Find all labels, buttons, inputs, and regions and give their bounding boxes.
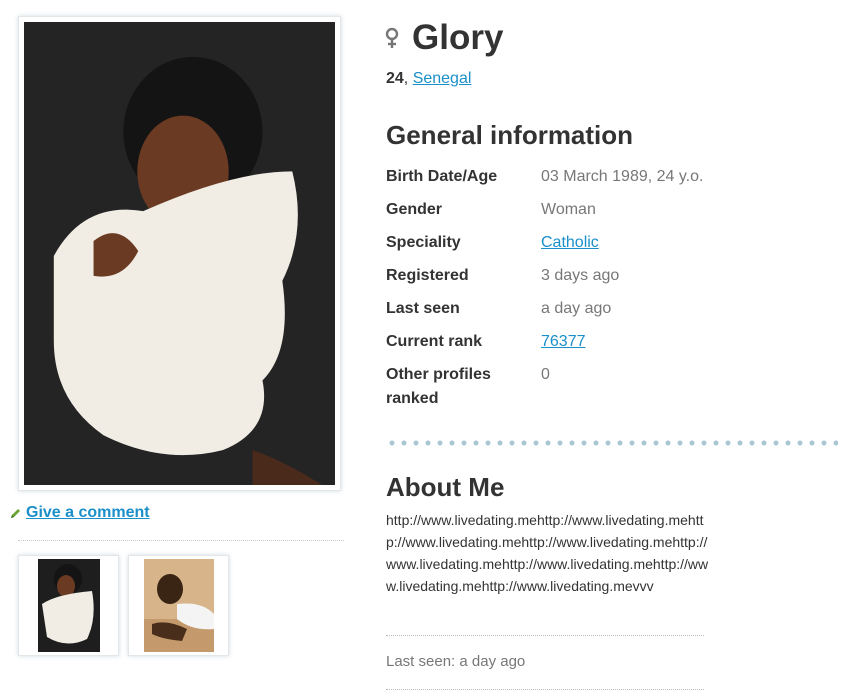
give-comment-label[interactable]: Give a comment	[26, 504, 150, 522]
info-value: 03 March 1989, 24 y.o.	[541, 168, 704, 185]
info-value-link: 76377	[541, 330, 586, 354]
photo-thumbnail[interactable]	[18, 555, 119, 656]
dotted-divider	[386, 440, 838, 446]
last-seen-footer: Last seen: a day ago	[386, 653, 526, 670]
speciality-link[interactable]: Catholic	[541, 234, 599, 251]
thumbnail-image	[132, 559, 225, 652]
country-link[interactable]: Senegal	[413, 70, 472, 87]
info-value: 3 days ago	[541, 267, 620, 284]
profile-header: Glory	[384, 18, 503, 58]
about-me-text: http://www.livedating.mehttp://www.lived…	[386, 512, 709, 594]
pencil-icon	[11, 509, 20, 518]
main-profile-photo[interactable]	[18, 16, 341, 491]
current-rank-link[interactable]: 76377	[541, 333, 586, 350]
info-label: Current rank	[386, 333, 483, 350]
about-me-heading: About Me	[386, 472, 505, 502]
info-label: Gender	[386, 201, 443, 218]
photo-thumbnail[interactable]	[128, 555, 229, 656]
give-comment-link[interactable]: Give a comment	[10, 504, 150, 522]
info-label: Registered	[386, 267, 469, 284]
profile-age: 24	[386, 70, 404, 87]
female-symbol-icon	[385, 27, 399, 48]
age-separator: ,	[403, 70, 413, 87]
general-info-heading: General information	[386, 120, 634, 150]
left-divider	[18, 540, 344, 541]
info-value: 0	[541, 366, 550, 383]
info-label: Other profiles ranked	[386, 366, 491, 407]
info-value: Woman	[541, 201, 596, 218]
profile-name: Glory	[412, 18, 504, 57]
about-divider	[386, 635, 704, 636]
age-country-line: 24, Senegal	[386, 70, 471, 88]
bottom-divider	[386, 689, 704, 690]
profile-photo-image	[24, 22, 335, 485]
info-value: a day ago	[541, 300, 612, 317]
info-value-link: Catholic	[541, 231, 599, 255]
info-label: Speciality	[386, 234, 461, 251]
info-label: Last seen	[386, 300, 460, 317]
thumbnail-image	[22, 559, 115, 652]
info-label: Birth Date/Age	[386, 168, 498, 185]
